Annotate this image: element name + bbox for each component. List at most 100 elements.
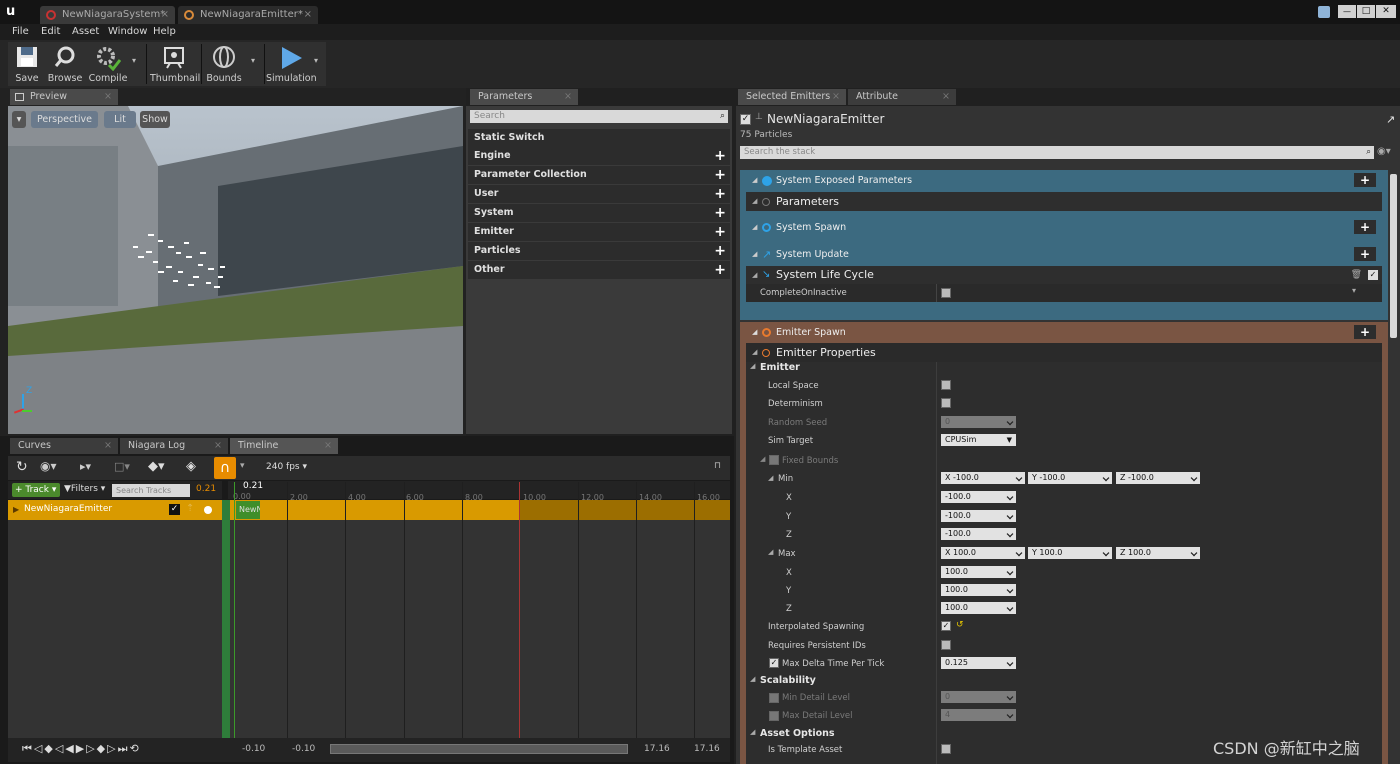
random-seed-input[interactable]: 0 — [941, 416, 1016, 428]
range-end-a[interactable]: 17.16 — [644, 744, 670, 754]
chevron-down-icon[interactable]: ▾ — [240, 461, 245, 471]
complete-on-inactive-checkbox[interactable] — [941, 288, 951, 298]
min-x-input[interactable]: X -100.0 — [941, 472, 1025, 484]
trash-icon[interactable]: 🗑 — [1351, 266, 1362, 284]
lit-button[interactable]: Lit — [104, 111, 136, 128]
track-row-emitter[interactable]: ▶ NewNiagaraEmitter ✓ ⇡ — [8, 500, 222, 520]
track-enabled-checkbox[interactable]: ✓ — [169, 504, 180, 515]
param-collection[interactable]: Parameter Collection + — [468, 166, 730, 184]
collapse-icon[interactable]: ◢ — [752, 192, 757, 211]
tab-curves[interactable]: Curves × — [10, 438, 118, 454]
chevron-down-icon[interactable]: ▾ — [1352, 286, 1356, 295]
selection-icon[interactable]: □▾ — [114, 460, 130, 473]
add-icon[interactable]: + — [1354, 173, 1376, 187]
chevron-down-icon[interactable]: ▾ — [314, 56, 318, 65]
add-icon[interactable]: + — [714, 204, 726, 222]
stack-search-input[interactable]: Search the stack ⌕ — [740, 146, 1374, 159]
add-icon[interactable]: + — [714, 147, 726, 165]
tab-attribute-spreadsheet[interactable]: Attribute Spreadsheet× — [848, 89, 956, 118]
range-start-b[interactable]: -0.10 — [292, 744, 315, 754]
menu-window[interactable]: Window — [108, 26, 147, 37]
tab-selected-emitters[interactable]: Selected Emitters × — [738, 89, 846, 105]
min-y-input[interactable]: Y -100.0 — [1028, 472, 1112, 484]
sim-target-dropdown[interactable]: CPUSim ▼ — [941, 434, 1016, 446]
max-detail-checkbox[interactable] — [769, 711, 779, 721]
template-asset-checkbox[interactable] — [941, 744, 951, 754]
determinism-checkbox[interactable] — [941, 398, 951, 408]
max-y-field[interactable]: 100.0 — [941, 584, 1016, 596]
range-end-b[interactable]: 17.16 — [694, 744, 720, 754]
auto-key-icon[interactable]: ◈ — [186, 459, 196, 474]
local-space-checkbox[interactable] — [941, 380, 951, 390]
menu-help[interactable]: Help — [153, 26, 176, 37]
system-update-header[interactable]: ◢ ↗ System Update + — [746, 245, 1382, 264]
simulation-button[interactable]: Simulation — [266, 42, 317, 86]
menu-edit[interactable]: Edit — [41, 26, 60, 37]
pin-icon[interactable]: ⇡ — [186, 503, 194, 514]
stack-scrollbar-thumb[interactable] — [1390, 174, 1397, 338]
chevron-down-icon[interactable]: ▾ — [132, 56, 136, 65]
collapse-icon[interactable]: ◢ — [750, 728, 755, 736]
bounds-button[interactable]: Bounds — [204, 42, 244, 86]
collapse-icon[interactable]: ◢ — [752, 171, 757, 190]
play-mode-icon[interactable]: ▸▾ — [80, 460, 91, 473]
snap-magnet-icon[interactable]: ∩ — [214, 457, 236, 479]
param-static-switch[interactable]: Static Switch — [468, 129, 730, 147]
max-x-input[interactable]: X 100.0 — [941, 547, 1025, 559]
close-icon[interactable]: × — [564, 89, 572, 105]
perspective-button[interactable]: Perspective — [31, 111, 98, 128]
minimize-button[interactable]: — — [1338, 5, 1356, 18]
maximize-button[interactable]: □ — [1357, 5, 1375, 18]
max-y-input[interactable]: Y 100.0 — [1028, 547, 1112, 559]
tab-parameters[interactable]: Parameters × — [470, 89, 578, 105]
parameters-search-input[interactable]: Search ⌕ — [470, 110, 728, 123]
isolate-icon[interactable] — [204, 506, 212, 514]
param-particles[interactable]: Particles + — [468, 242, 730, 260]
max-detail-input[interactable]: 4 — [941, 709, 1016, 721]
tab-niagara-log[interactable]: Niagara Log × — [120, 438, 228, 454]
add-icon[interactable]: + — [1354, 247, 1376, 261]
chevron-down-icon[interactable]: ▾ — [251, 56, 255, 65]
min-z-field[interactable]: -100.0 — [941, 528, 1016, 540]
viewport-options-button[interactable]: ▾ — [12, 111, 26, 128]
min-x-field[interactable]: -100.0 — [941, 491, 1016, 503]
close-icon[interactable]: × — [104, 438, 112, 454]
key-icon[interactable]: ◆▾ — [148, 459, 165, 474]
min-y-field[interactable]: -100.0 — [941, 510, 1016, 522]
collapse-icon[interactable]: ◢ — [750, 362, 755, 370]
collapse-icon[interactable]: ◢ — [752, 218, 757, 237]
track-area[interactable] — [230, 500, 730, 738]
add-track-button[interactable]: + Track ▾ — [12, 483, 60, 497]
parameters-row[interactable]: ◢ Parameters — [746, 192, 1382, 211]
collapse-icon[interactable]: ◢ — [768, 548, 773, 556]
refresh-icon[interactable]: ↻ — [16, 459, 28, 475]
system-life-cycle-row[interactable]: ◢ ↘ System Life Cycle 🗑 ✓ — [746, 266, 1382, 284]
collapse-icon[interactable]: ◢ — [750, 675, 755, 683]
close-icon[interactable]: × — [324, 438, 332, 454]
feedback-icon[interactable] — [1318, 6, 1330, 18]
eye-icon[interactable]: ◉▾ — [40, 459, 57, 473]
tab-preview[interactable]: Preview × — [10, 89, 118, 105]
max-z-input[interactable]: Z 100.0 — [1116, 547, 1200, 559]
reset-to-default-icon[interactable]: ↺ — [956, 620, 964, 630]
thumbnail-button[interactable]: Thumbnail — [150, 42, 200, 86]
transport-controls[interactable]: ⏮◁◆◁◀▶▷◆▷⏭⟲ — [22, 742, 141, 756]
param-engine[interactable]: Engine + — [468, 147, 730, 165]
show-button[interactable]: Show — [140, 111, 170, 128]
param-user[interactable]: User + — [468, 185, 730, 203]
param-emitter[interactable]: Emitter + — [468, 223, 730, 241]
close-icon[interactable]: × — [942, 89, 950, 105]
search-tracks-input[interactable]: Search Tracks — [112, 484, 190, 497]
filters-button[interactable]: ▼Filters ▾ — [64, 484, 105, 494]
preview-viewport[interactable] — [8, 106, 463, 434]
collapse-icon[interactable]: ◢ — [760, 455, 765, 463]
emitter-enabled-checkbox[interactable]: ✓ — [740, 114, 751, 125]
min-z-input[interactable]: Z -100.0 — [1116, 472, 1200, 484]
emitter-spawn-header[interactable]: ◢ Emitter Spawn + — [746, 323, 1382, 342]
collapse-icon[interactable]: ◢ — [752, 343, 757, 362]
param-system[interactable]: System + — [468, 204, 730, 222]
min-detail-checkbox[interactable] — [769, 693, 779, 703]
collapse-icon[interactable]: ◢ — [752, 323, 757, 342]
pin-icon[interactable]: ⊥ — [755, 112, 763, 122]
collapse-icon[interactable]: ◢ — [752, 245, 757, 264]
